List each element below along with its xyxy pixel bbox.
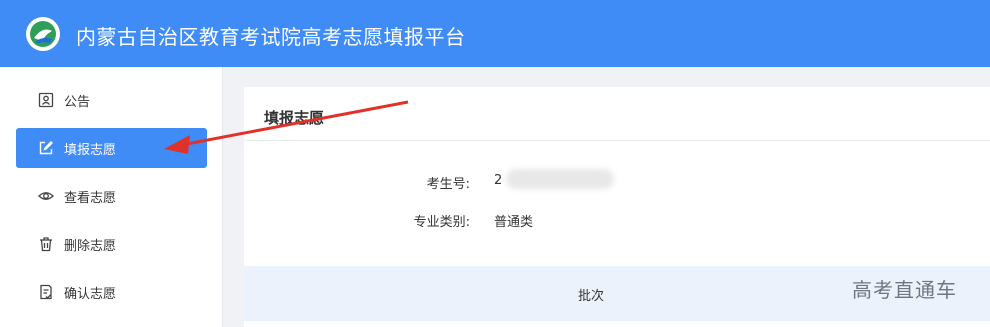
redacted-mask [506,169,614,189]
trash-icon [38,236,54,252]
page-title: 填报志愿 [264,109,325,127]
school-emblem-icon [26,17,60,51]
table-header-batch: 批次 [578,289,605,304]
sidebar-item-delete-application[interactable]: 删除志愿 [16,224,207,264]
sidebar: 公告 填报志愿 查看志愿 删除志愿 确认志愿 [0,67,223,327]
candidate-number-value: 2 [494,173,503,188]
candidate-number-label: 考生号: [426,177,470,192]
major-category-value: 普通类 [494,215,534,230]
edit-icon [38,140,54,156]
confirm-doc-icon [38,284,54,300]
sidebar-item-announcement[interactable]: 公告 [16,80,207,120]
sidebar-item-label: 公告 [64,94,91,110]
sidebar-item-view-application[interactable]: 查看志愿 [16,176,207,216]
sidebar-item-confirm-application[interactable]: 确认志愿 [16,272,207,312]
title-divider [244,140,990,141]
sidebar-item-label: 查看志愿 [64,190,117,206]
app-header: 内蒙古自治区教育考试院高考志愿填报平台 [0,0,990,67]
watermark: 高考直通车 [852,278,957,302]
eye-icon [38,188,54,204]
major-category-label: 专业类别: [413,215,470,230]
sidebar-item-label: 填报志愿 [64,142,117,158]
sidebar-item-label: 确认志愿 [64,286,117,302]
announcement-icon [38,92,54,108]
app-title: 内蒙古自治区教育考试院高考志愿填报平台 [76,25,466,49]
sidebar-item-label: 删除志愿 [64,238,117,254]
sidebar-item-fill-application[interactable]: 填报志愿 [16,128,207,168]
